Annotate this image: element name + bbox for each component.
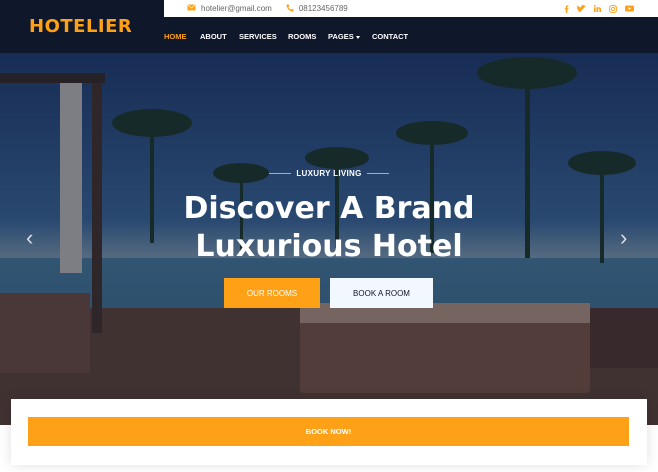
divider-line [366, 173, 389, 175]
envelope-icon [187, 4, 196, 13]
hero-title: Discover A Brand Luxurious Hotel [0, 190, 658, 266]
phone-text: 08123456789 [298, 4, 348, 13]
hero-eyebrow-text: LUXURY LIVING [296, 169, 362, 178]
email-text: hotelier@gmail.com [201, 4, 272, 13]
hero-title-line1: Discover A Brand [183, 191, 475, 226]
carousel-prev-icon[interactable]: ‹ [26, 225, 33, 251]
nav-services[interactable]: SERVICES [239, 32, 277, 41]
phone-icon [286, 4, 294, 14]
facebook-icon[interactable] [564, 4, 569, 13]
phone-contact: 08123456789 [286, 4, 348, 14]
youtube-icon[interactable] [625, 5, 634, 12]
hero-carousel: LUXURY LIVING Discover A Brand Luxurious… [0, 53, 658, 425]
hero-title-line2: Luxurious Hotel [195, 229, 463, 264]
nav-about[interactable]: ABOUT [200, 32, 227, 41]
brand-name[interactable]: HOTELIER [29, 16, 132, 37]
email-contact: hotelier@gmail.com [187, 4, 272, 13]
book-now-button[interactable]: BOOK NOW! [28, 417, 629, 446]
nav-home[interactable]: HOME [164, 32, 187, 41]
caret-down-icon [355, 35, 360, 39]
nav-pages-label: PAGES [328, 32, 354, 41]
linkedin-icon[interactable] [594, 5, 601, 12]
nav-pages[interactable]: PAGES [328, 32, 360, 41]
instagram-icon[interactable] [609, 4, 617, 13]
hero-eyebrow: LUXURY LIVING [0, 169, 658, 178]
main-navigation: HOME ABOUT SERVICES ROOMS PAGES CONTACT [164, 17, 658, 53]
our-rooms-button[interactable]: OUR ROOMS [224, 278, 320, 308]
carousel-next-icon[interactable]: › [620, 225, 627, 251]
divider-line [269, 173, 292, 175]
booking-panel: BOOK NOW! [11, 399, 647, 465]
page: HOTELIER hotelier@gmail.com 08123456789 [0, 0, 658, 472]
nav-contact[interactable]: CONTACT [372, 32, 408, 41]
twitter-icon[interactable] [577, 5, 586, 12]
nav-rooms[interactable]: ROOMS [288, 32, 316, 41]
social-links [556, 4, 658, 13]
book-a-room-button[interactable]: BOOK A ROOM [330, 278, 433, 308]
topbar: hotelier@gmail.com 08123456789 [164, 0, 658, 17]
brand-logo[interactable]: HOTELIER [0, 0, 164, 53]
